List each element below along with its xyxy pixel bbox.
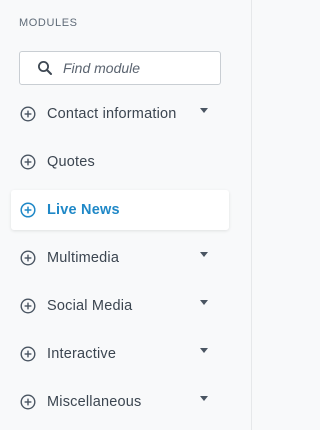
caret-down-icon[interactable] bbox=[200, 396, 208, 402]
search-field[interactable] bbox=[19, 51, 221, 85]
search-input[interactable] bbox=[63, 60, 203, 76]
caret-down-icon[interactable] bbox=[200, 348, 208, 354]
plus-circle-icon bbox=[20, 106, 36, 122]
plus-circle-icon bbox=[20, 298, 36, 314]
module-item-label: Quotes bbox=[47, 154, 95, 170]
module-item-miscellaneous[interactable]: Miscellaneous bbox=[11, 382, 229, 422]
plus-circle-icon bbox=[20, 202, 36, 218]
module-item-label: Interactive bbox=[47, 346, 117, 362]
plus-circle-icon bbox=[20, 250, 36, 266]
plus-circle-icon bbox=[20, 346, 36, 362]
module-item-quotes[interactable]: Quotes bbox=[11, 142, 229, 182]
modules-panel: MODULES Contact information bbox=[0, 0, 252, 430]
module-item-multimedia[interactable]: Multimedia bbox=[11, 238, 229, 278]
section-title: MODULES bbox=[19, 17, 78, 29]
caret-down-icon[interactable] bbox=[200, 300, 208, 306]
module-item-label: Multimedia bbox=[47, 250, 120, 266]
module-item-interactive[interactable]: Interactive bbox=[11, 334, 229, 374]
plus-circle-icon bbox=[20, 154, 36, 170]
module-item-label: Live News bbox=[47, 202, 120, 218]
module-item-label: Contact information bbox=[47, 106, 177, 122]
module-item-label: Miscellaneous bbox=[47, 394, 142, 410]
module-item-label: Social Media bbox=[47, 298, 133, 314]
module-item-contact-information[interactable]: Contact information bbox=[11, 94, 229, 134]
module-item-social-media[interactable]: Social Media bbox=[11, 286, 229, 326]
caret-down-icon[interactable] bbox=[200, 252, 208, 258]
search-icon bbox=[37, 60, 53, 76]
caret-down-icon[interactable] bbox=[200, 108, 208, 114]
plus-circle-icon bbox=[20, 394, 36, 410]
module-item-live-news[interactable]: Live News bbox=[11, 190, 229, 230]
